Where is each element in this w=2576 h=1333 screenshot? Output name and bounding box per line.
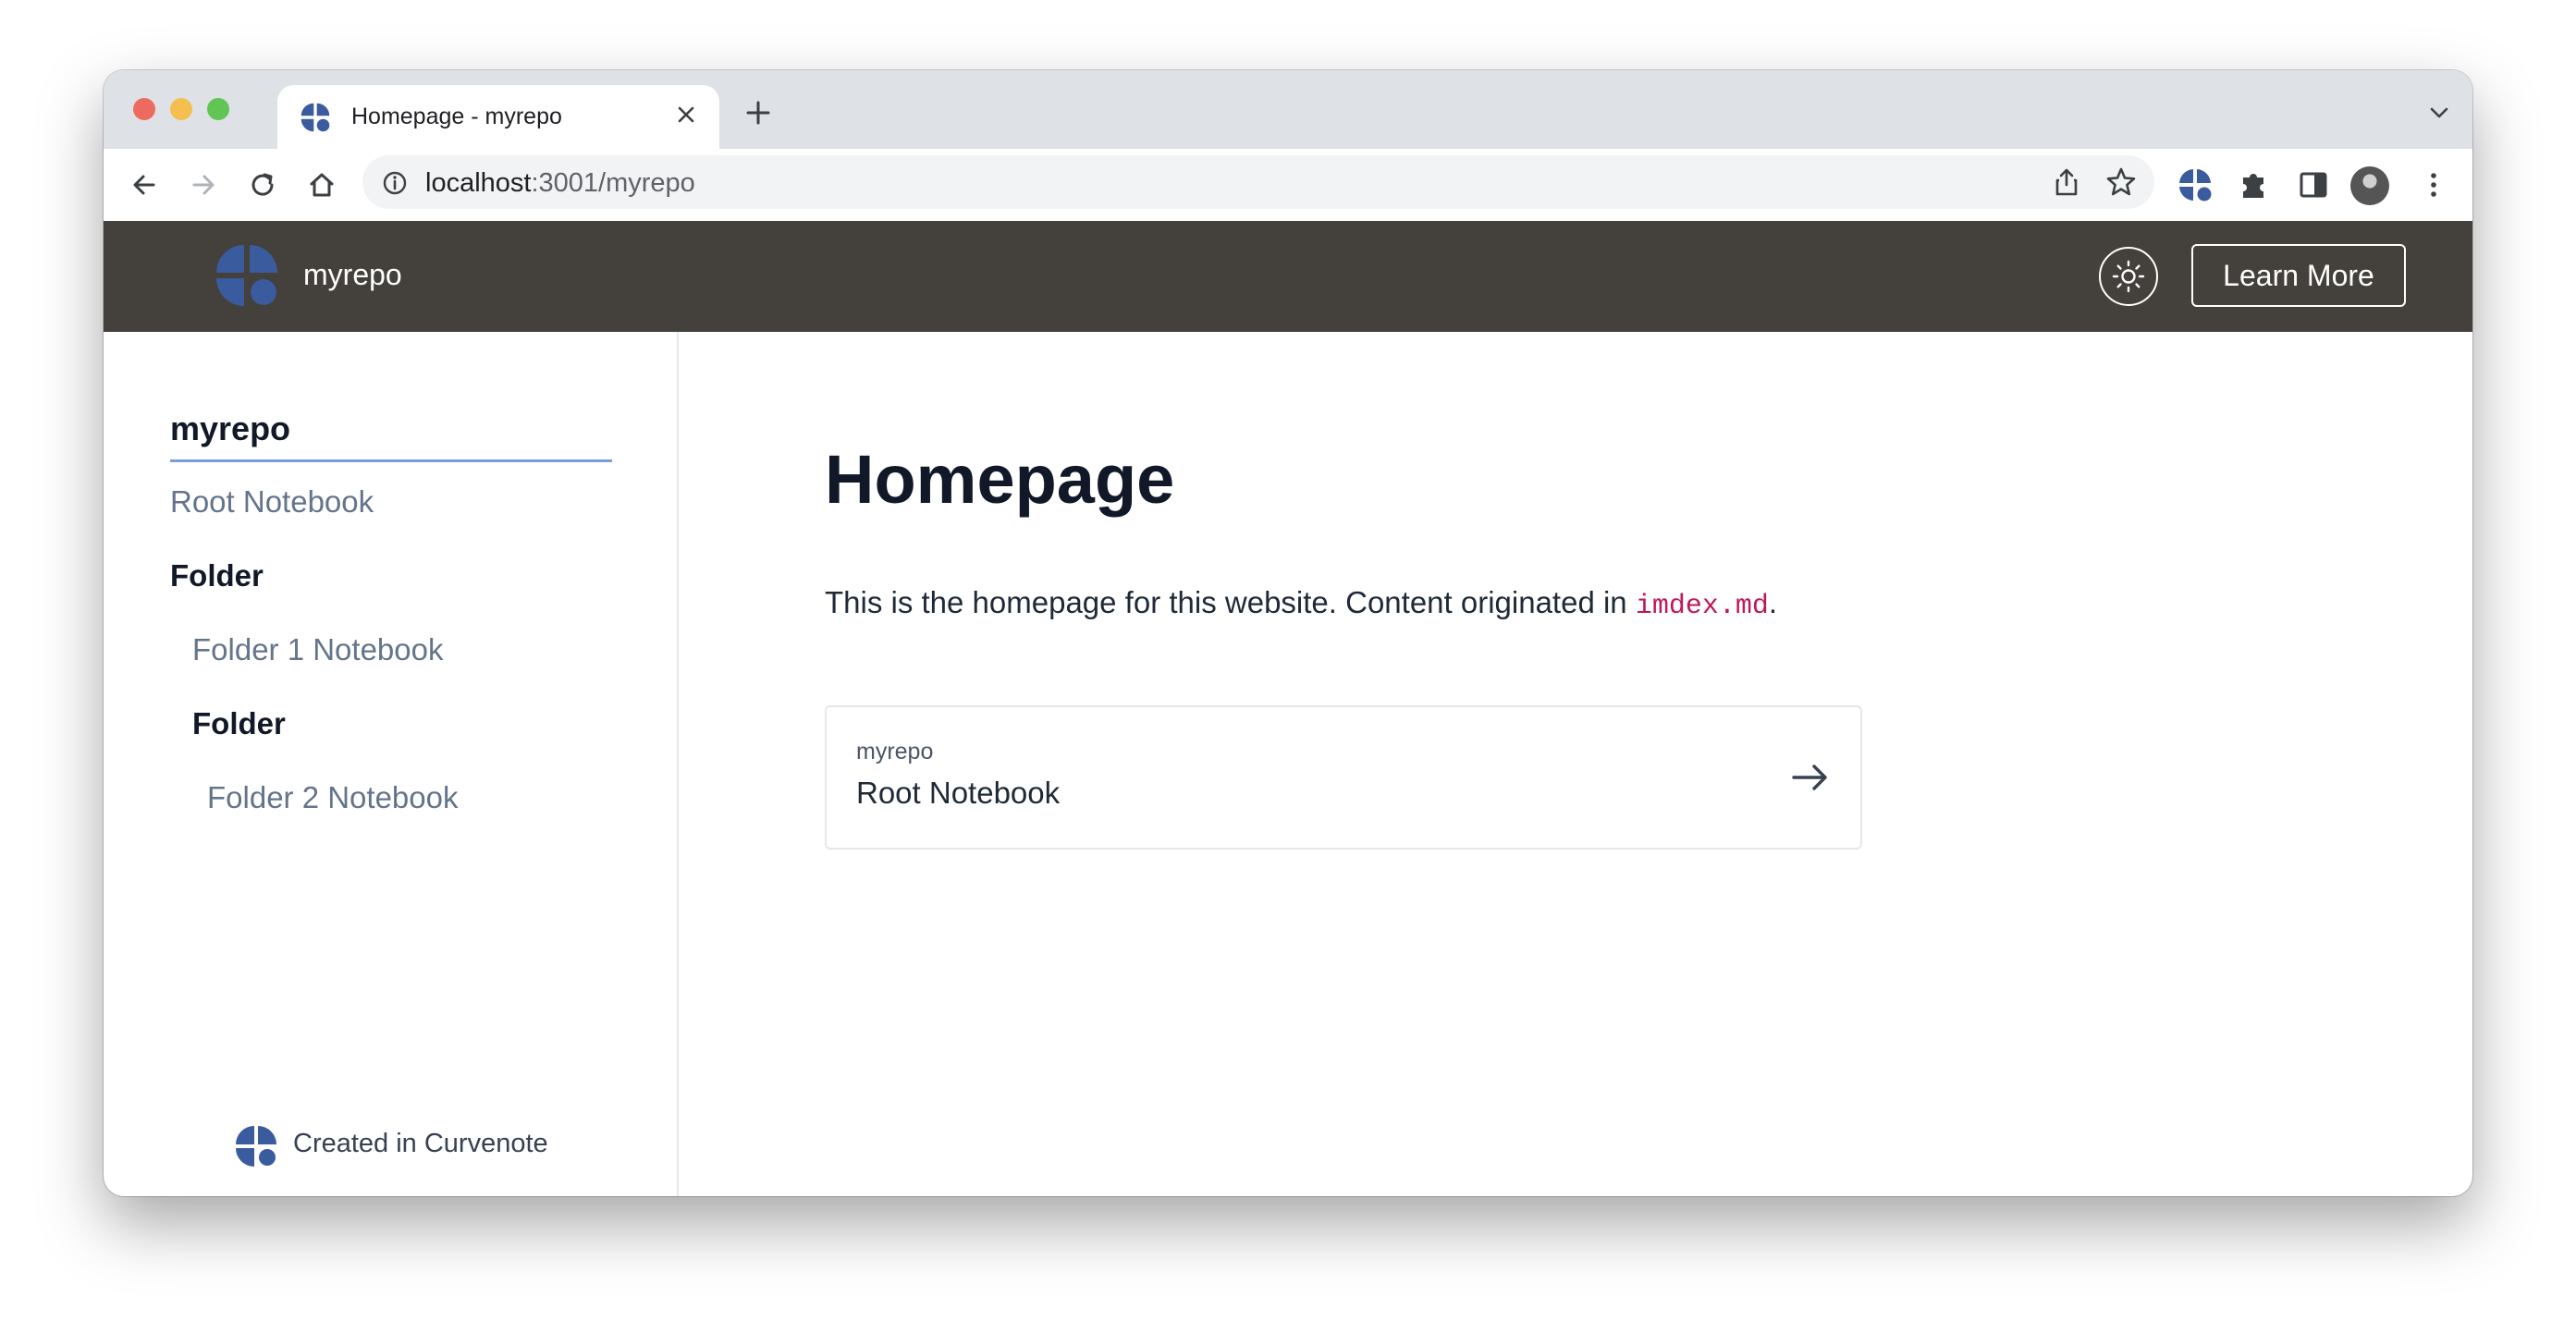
sidebar-project-title[interactable]: myrepo [170,410,290,448]
curvenote-extension-icon[interactable] [2177,166,2214,203]
site-header: myrepo Learn More [104,221,2472,332]
arrow-right-icon [1792,764,1827,790]
site-title[interactable]: myrepo [303,258,402,292]
notebook-link-card[interactable]: myrepo Root Notebook [825,705,1862,850]
minimize-window-button[interactable] [170,98,192,120]
close-window-button[interactable] [133,98,155,120]
inline-code: imdex.md [1635,591,1769,622]
sidebar-item-folder-1-notebook[interactable]: Folder 1 Notebook [192,632,444,667]
sidebar-item-root-notebook[interactable]: Root Notebook [170,484,374,520]
address-bar[interactable]: localhost:3001/myrepo [362,155,2154,209]
sidebar-folder-1: Folder [170,558,264,593]
curvenote-favicon-icon [301,103,330,132]
browser-window: Homepage - myrepo localhost:3001/myrepo … [104,70,2472,1196]
learn-more-button[interactable]: Learn More [2191,244,2406,307]
back-icon[interactable] [126,166,163,203]
page-title: Homepage [825,441,1175,518]
card-kicker: myrepo [856,739,934,764]
sidebar-nav: myrepo Root Notebook Folder Folder 1 Not… [104,332,679,1196]
tab-search-chevron-icon[interactable] [2424,98,2454,128]
close-tab-icon[interactable] [669,98,703,131]
curvenote-footer-logo-icon[interactable] [235,1125,277,1168]
tab-title: Homepage - myrepo [351,104,562,129]
body-text-prefix: This is the homepage for this website. C… [825,585,1636,619]
extensions-puzzle-icon[interactable] [2236,166,2273,203]
sidebar-folder-2: Folder [192,706,286,740]
created-in-curvenote-link[interactable]: Created in Curvenote [293,1129,548,1159]
url-path: :3001/myrepo [531,168,695,198]
url-text: localhost:3001/myrepo [425,168,695,199]
theme-toggle-button[interactable] [2099,247,2158,306]
side-panel-icon[interactable] [2295,166,2332,203]
forward-icon[interactable] [185,166,222,203]
curvenote-logo-icon[interactable] [215,243,279,308]
bookmark-star-icon[interactable] [2104,165,2138,199]
share-icon[interactable] [2051,166,2082,198]
home-icon[interactable] [303,166,340,203]
new-tab-icon[interactable] [742,96,775,129]
url-host: localhost [425,168,532,198]
more-options-icon[interactable] [2415,166,2452,203]
tab-strip: Homepage - myrepo [104,70,2472,149]
card-title: Root Notebook [856,776,1061,810]
sidebar-divider [170,459,612,462]
reload-icon[interactable] [244,166,281,203]
browser-toolbar: localhost:3001/myrepo [104,149,2472,222]
browser-tab[interactable]: Homepage - myrepo [277,85,719,149]
site-info-icon[interactable] [381,169,409,197]
page-body-text: This is the homepage for this website. C… [825,585,1777,622]
zoom-window-button[interactable] [207,98,229,120]
body-text-suffix: . [1768,585,1778,619]
sun-icon [2112,260,2145,293]
profile-avatar[interactable] [2350,166,2389,205]
sidebar-item-folder-2-notebook[interactable]: Folder 2 Notebook [207,780,459,815]
